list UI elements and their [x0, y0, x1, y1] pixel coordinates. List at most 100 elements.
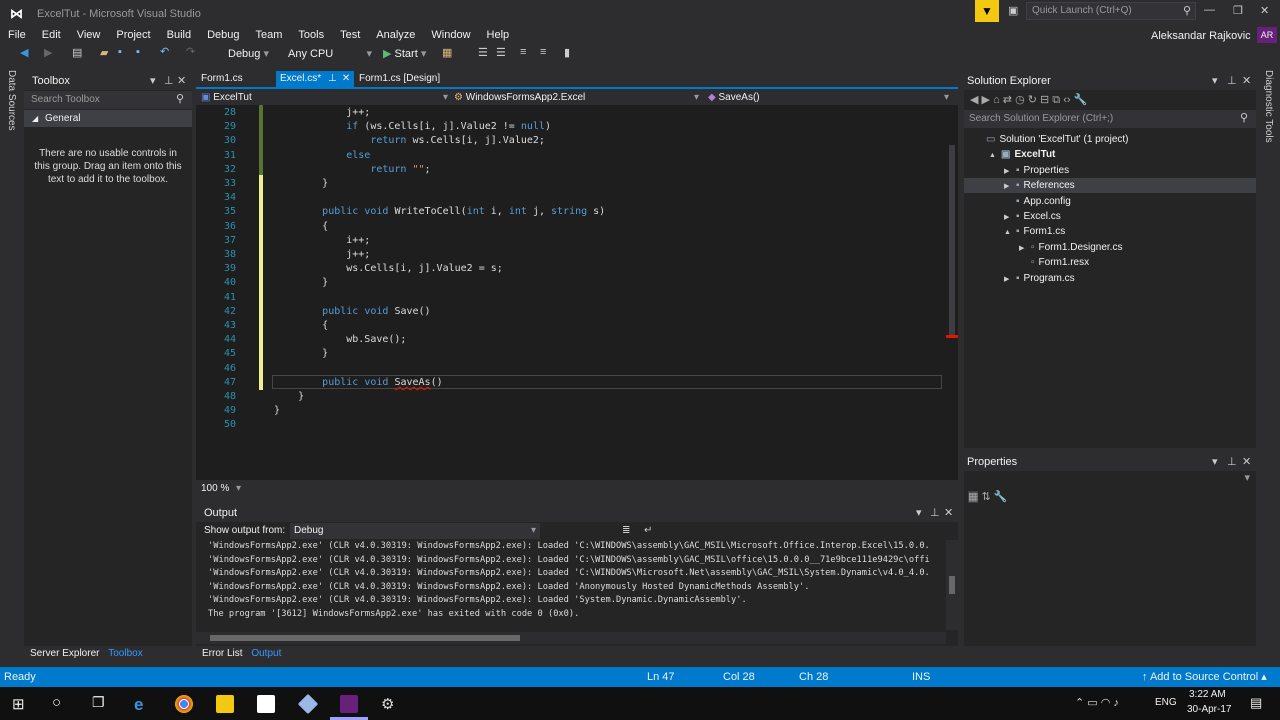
maximize-button[interactable]: ❐	[1233, 4, 1243, 17]
clear-all-icon[interactable]: ≣	[622, 522, 630, 540]
sync-icon[interactable]: ⇄	[1003, 94, 1012, 106]
tab-excel-cs[interactable]: Excel.cs* ⊥ ✕	[276, 71, 354, 89]
code-line[interactable]: 45 }	[196, 347, 896, 361]
code-line[interactable]: 49}	[196, 404, 896, 418]
notifications-icon[interactable]: ▤	[1250, 695, 1262, 711]
menu-help[interactable]: Help	[479, 26, 518, 44]
tab-form1-cs[interactable]: Form1.cs	[196, 71, 278, 87]
back-icon[interactable]: ◀	[970, 94, 978, 106]
code-line[interactable]: 41	[196, 291, 896, 305]
feedback-icon[interactable]: ▣	[1008, 4, 1018, 17]
code-line[interactable]: 36 {	[196, 220, 896, 234]
code-line[interactable]: 29 if (ws.Cells[i, j].Value2 != null)	[196, 120, 896, 134]
code-line[interactable]: 38 j++;	[196, 248, 896, 262]
pin-icon[interactable]: ⊥	[930, 504, 940, 522]
toolbox-search[interactable]: Search Toolbox ⚲	[24, 91, 192, 109]
menu-test[interactable]: Test	[332, 26, 368, 44]
save-all-icon[interactable]: ▪	[136, 46, 140, 58]
tree-item[interactable]: ▪ App.config	[964, 194, 1256, 209]
tree-item[interactable]: ▲ ▪ Form1.cs	[964, 224, 1256, 239]
user-name[interactable]: Aleksandar Rajkovic	[1151, 30, 1251, 42]
tree-item[interactable]: ▲ ▣ ExcelTut	[964, 147, 1256, 162]
tree-item[interactable]: ▶ ▫ Form1.Designer.cs	[964, 240, 1256, 255]
toolbox-group-general[interactable]: ◢ General	[24, 110, 192, 127]
scrollbar-thumb[interactable]	[949, 145, 955, 335]
expand-arrow-icon[interactable]: ▲	[989, 148, 1001, 163]
code-line[interactable]: 48 }	[196, 390, 896, 404]
menu-build[interactable]: Build	[159, 26, 199, 44]
properties-object-dropdown[interactable]: ▾	[964, 471, 1256, 487]
code-line[interactable]: 46	[196, 362, 896, 376]
menu-window[interactable]: Window	[423, 26, 478, 44]
close-icon[interactable]: ✕	[944, 504, 953, 522]
tree-item[interactable]: ▶ ▪ References	[964, 178, 1256, 194]
output-source-dropdown[interactable]: Debug ▾	[290, 523, 540, 539]
system-tray-icons[interactable]: ⌃ ▭ ◠ ♪	[1075, 696, 1119, 709]
member-dropdown[interactable]: ◆ SaveAs() ▾	[708, 90, 956, 105]
expand-arrow-icon[interactable]: ▶	[1004, 164, 1016, 179]
alphabetical-icon[interactable]: ⇅	[981, 491, 990, 503]
menu-team[interactable]: Team	[248, 26, 291, 44]
menu-tools[interactable]: Tools	[290, 26, 332, 44]
source-control-button[interactable]: ↑ Add to Source Control ▴	[1142, 667, 1267, 687]
open-icon[interactable]: ▰	[100, 46, 108, 59]
property-pages-icon[interactable]: 🔧	[994, 491, 1008, 503]
tree-item[interactable]: ▶ ▪ Program.cs	[964, 271, 1256, 286]
code-editor[interactable]: 28 j++; 29 if (ws.Cells[i, j].Value2 != n…	[196, 105, 946, 480]
start-button[interactable]: ▶ Start ▾	[383, 46, 426, 62]
expand-arrow-icon[interactable]: ▶	[1004, 210, 1016, 225]
dropdown-icon[interactable]: ▾	[916, 504, 922, 522]
dropdown-icon[interactable]: ▾	[1212, 453, 1218, 471]
pin-icon[interactable]: ⊥	[164, 72, 174, 90]
word-wrap-icon[interactable]: ↵	[644, 522, 652, 540]
windows-start-icon[interactable]: ⊞	[12, 695, 25, 713]
collapse-all-icon[interactable]: ⊟	[1040, 94, 1049, 106]
class-dropdown[interactable]: ⚙ WindowsFormsApp2.Excel ▾	[454, 90, 704, 105]
editor-vertical-scrollbar[interactable]	[946, 105, 958, 480]
code-line[interactable]: 50	[196, 418, 896, 432]
language-indicator[interactable]: ENG	[1155, 697, 1177, 708]
history-icon[interactable]: ◷	[1015, 94, 1025, 106]
tree-item[interactable]: ▶ ▪ Properties	[964, 163, 1256, 178]
code-line[interactable]: 47 public void SaveAs()	[196, 376, 896, 390]
close-tab-icon[interactable]: ✕	[342, 73, 350, 84]
close-icon[interactable]: ✕	[1242, 72, 1251, 90]
avatar[interactable]: AR	[1257, 27, 1277, 43]
view-code-icon[interactable]: ‹›	[1063, 94, 1070, 106]
diagnostic-tools-tab[interactable]: Diagnostic Tools	[1263, 70, 1274, 143]
task-view-icon[interactable]: ❐	[92, 694, 105, 711]
code-line[interactable]: 39 ws.Cells[i, j].Value2 = s;	[196, 262, 896, 276]
tab-error-list[interactable]: Error List	[202, 648, 243, 659]
uncomment-icon[interactable]: ≡	[540, 46, 546, 58]
config-dropdown[interactable]: Debug ▾	[224, 46, 284, 62]
dropdown-icon[interactable]: ▾	[150, 72, 156, 90]
menu-project[interactable]: Project	[108, 26, 158, 44]
app-cube-icon[interactable]	[297, 693, 319, 715]
code-line[interactable]: 30 return ws.Cells[i, j].Value2;	[196, 134, 896, 148]
menu-analyze[interactable]: Analyze	[368, 26, 423, 44]
output-horizontal-scrollbar[interactable]	[196, 632, 946, 644]
tab-toolbox[interactable]: Toolbox	[108, 648, 142, 659]
undo-icon[interactable]: ↶	[160, 45, 169, 58]
clock-time[interactable]: 3:22 AM	[1189, 689, 1226, 700]
code-line[interactable]: 37 i++;	[196, 234, 896, 248]
visual-studio-icon[interactable]	[340, 695, 358, 713]
notification-flag-icon[interactable]: ▼	[975, 0, 999, 22]
tab-form1-design[interactable]: Form1.cs [Design]	[356, 71, 466, 87]
menu-file[interactable]: File	[0, 26, 34, 44]
code-line[interactable]: 33 }	[196, 177, 896, 191]
code-line[interactable]: 42 public void Save()	[196, 305, 896, 319]
tab-output[interactable]: Output	[251, 648, 281, 659]
expand-arrow-icon[interactable]: ▶	[1019, 241, 1031, 256]
pin-icon[interactable]: ⊥	[1227, 72, 1237, 90]
quick-launch-input[interactable]: Quick Launch (Ctrl+Q) ⚲	[1026, 2, 1196, 20]
cortana-icon[interactable]: ○	[52, 694, 61, 711]
zoom-level[interactable]: 100 %	[201, 481, 229, 497]
back-icon[interactable]: ◀	[20, 46, 28, 59]
app-icon[interactable]: ⚙	[381, 695, 399, 713]
code-line[interactable]: 35 public void WriteToCell(int i, int j,…	[196, 205, 896, 219]
pin-icon[interactable]: ⊥	[328, 73, 337, 84]
code-line[interactable]: 40 }	[196, 276, 896, 290]
refresh-icon[interactable]: ↻	[1028, 94, 1037, 106]
close-icon[interactable]: ✕	[1242, 453, 1251, 471]
